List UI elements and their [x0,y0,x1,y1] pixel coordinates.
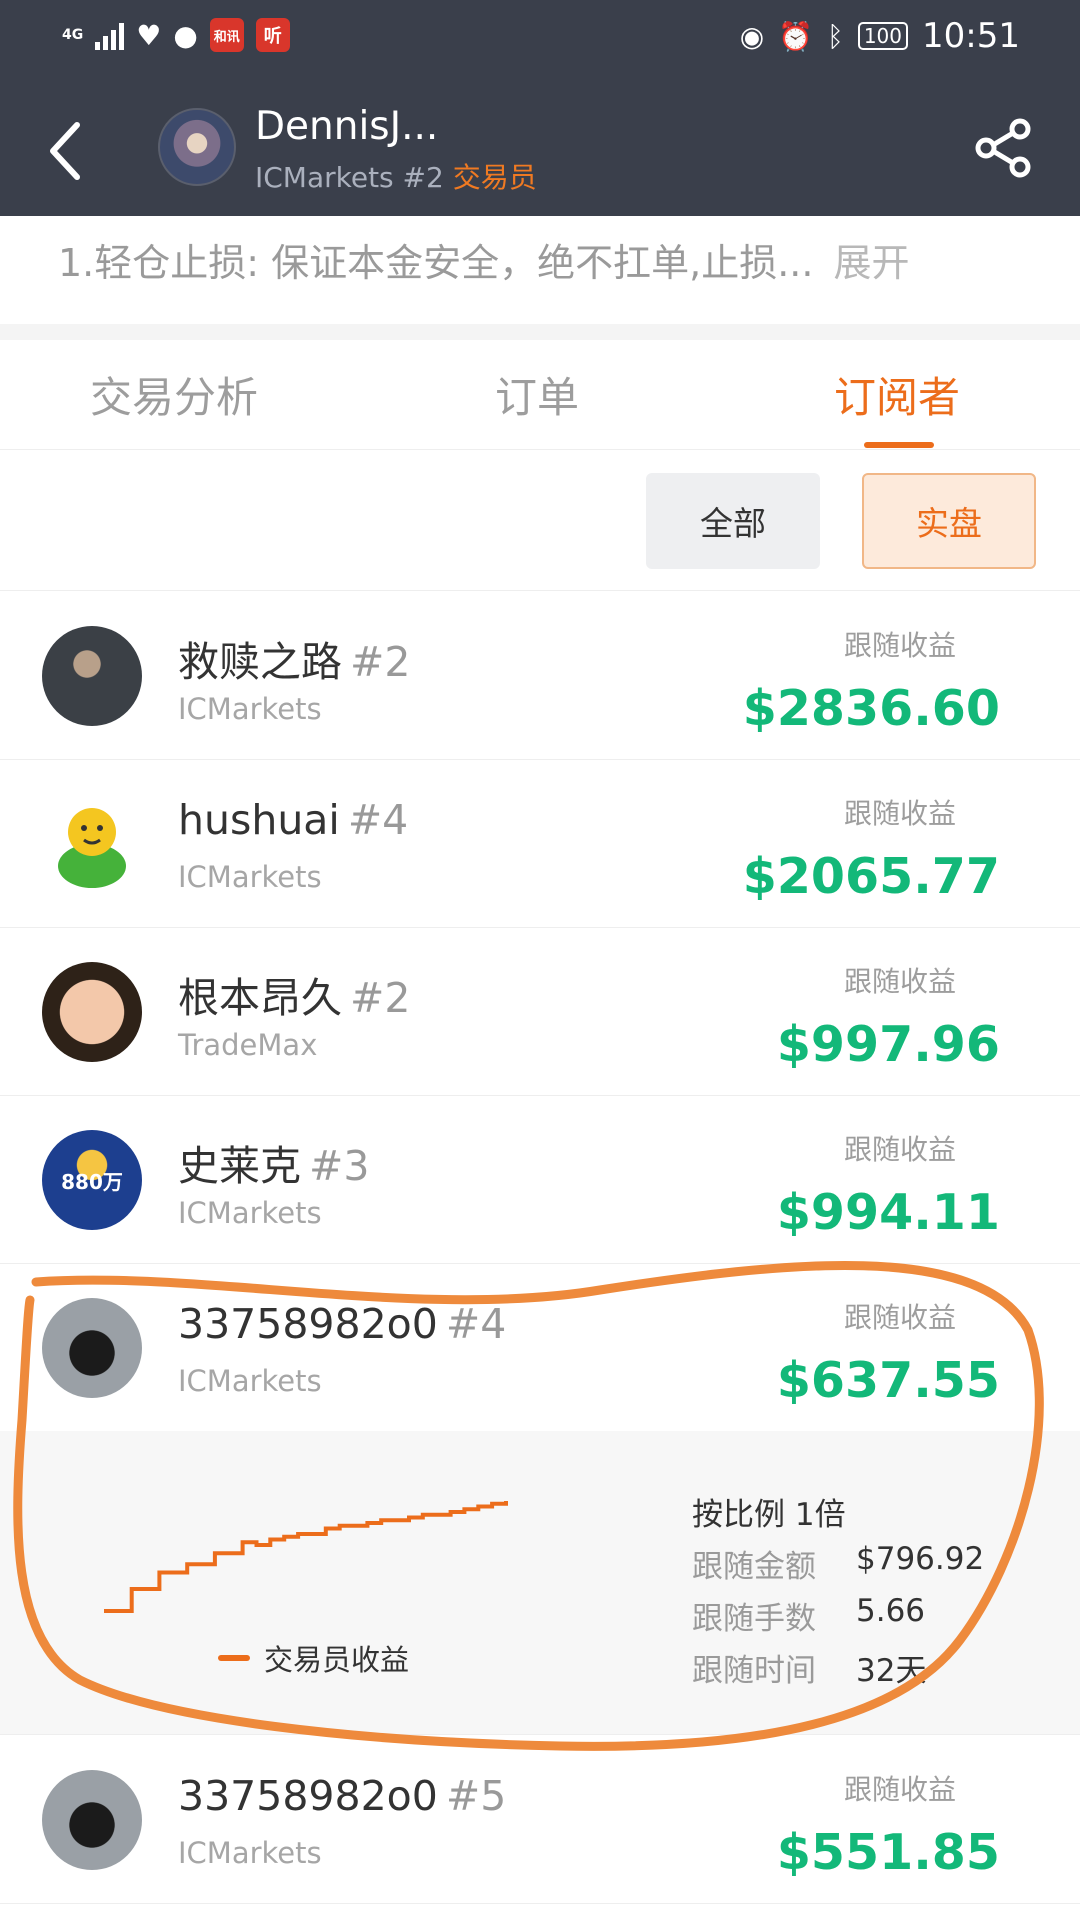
trader-avatar[interactable] [158,108,236,186]
app-root: 4G ♥ ● 和讯 听 ◉ ⏰ ᛒ 100 10:51 DennisJ... I… [0,0,1080,1905]
eye-icon: ◉ [739,19,765,53]
subscriber-rank: #4 [347,796,409,844]
tab-subscribers[interactable]: 订阅者 [834,364,960,425]
clock: 10:51 [922,16,1020,56]
status-left: 4G ♥ ● 和讯 听 [62,18,290,52]
filter-real-button[interactable]: 实盘 [862,473,1036,569]
battery-icon: 100 [857,22,909,50]
follow-duration-label: 跟随时间 [692,1653,816,1689]
trader-intro: 1.轻仓止损: 保证本金安全，绝不扛单,止损... 展开 [0,216,1080,324]
subscriber-avatar [42,626,142,726]
tab-analysis[interactable]: 交易分析 [90,364,258,425]
subscriber-row[interactable]: 救赎之路 #2 ICMarkets 跟随收益 $2836.60 [0,592,1080,760]
subscriber-name: 救赎之路 #2 [178,638,411,686]
active-tab-indicator [864,442,934,448]
profit-value: $994.11 [776,1184,1000,1241]
legend-label: 交易员收益 [264,1643,410,1677]
subscriber-name: 史莱克 #3 [178,1142,370,1190]
profit-value: $551.85 [776,1824,1000,1881]
follow-lots-label: 跟随手数 [692,1601,816,1637]
trader-subtitle: ICMarkets #2 交易员 [255,156,537,196]
profit-value: $637.55 [776,1352,1000,1409]
legend-swatch [218,1655,250,1661]
subscriber-name: 33758982o0 #4 [178,1300,507,1348]
subscriber-broker: TradeMax [178,1028,318,1062]
trader-profit-chart [104,1501,508,1613]
listen-app-icon: 听 [255,18,290,52]
profit-value: $2065.77 [742,848,1000,905]
subscriber-avatar [42,1770,142,1870]
profit-label: 跟随收益 [843,797,956,830]
follow-ratio: 按比例 1倍 [692,1497,846,1533]
subscriber-broker: ICMarkets [178,692,322,726]
qq-icon: ● [173,18,198,52]
subscriber-rank: #3 [309,1142,370,1190]
subscriber-detail-panel: 交易员收益 按比例 1倍 跟随金额 $796.92 跟随手数 5.66 跟随时间… [0,1431,1080,1735]
health-icon: ♥ [136,18,162,52]
subscriber-rank: #5 [445,1772,507,1820]
subscriber-avatar [42,794,142,894]
profit-label: 跟随收益 [843,1301,956,1334]
follow-amount-label: 跟随金额 [692,1549,816,1585]
signal-icon [95,20,125,50]
profit-label: 跟随收益 [843,629,956,662]
tab-bar: 交易分析 订单 订阅者 [0,340,1080,450]
follow-amount-value: $796.92 [856,1541,985,1577]
share-icon [975,118,1031,178]
share-button[interactable] [972,116,1036,180]
subscriber-name: 根本昂久 #2 [178,974,411,1022]
section-divider [0,324,1080,340]
subscriber-avatar [42,1298,142,1398]
subscriber-row[interactable]: 33758982o0 #5 ICMarkets 跟随收益 $551.85 [0,1736,1080,1904]
top-bar: 4G ♥ ● 和讯 听 ◉ ⏰ ᛒ 100 10:51 DennisJ... I… [0,0,1080,216]
subscriber-broker: ICMarkets [178,860,322,894]
subscriber-row[interactable]: hushuai #4 ICMarkets 跟随收益 $2065.77 [0,760,1080,928]
trader-name: DennisJ... [255,104,439,149]
subscriber-avatar: 880万 [42,1130,142,1230]
subscriber-broker: ICMarkets [178,1364,322,1398]
subscriber-avatar [42,962,142,1062]
status-bar: 4G ♥ ● 和讯 听 ◉ ⏰ ᛒ 100 10:51 [0,0,1080,76]
filter-all-button[interactable]: 全部 [646,473,820,569]
back-arrow-icon [50,122,80,180]
subscriber-rank: #2 [350,638,411,686]
subscriber-row-expanded[interactable]: 33758982o0 #4 ICMarkets 跟随收益 $637.55 [0,1264,1080,1432]
subscriber-rank: #4 [445,1300,507,1348]
network-type: 4G [62,27,84,43]
profit-label: 跟随收益 [843,965,956,998]
filter-bar: 全部 实盘 [0,451,1080,591]
subscriber-rank: #2 [350,974,411,1022]
trader-role: 交易员 [452,161,537,194]
follow-lots-value: 5.66 [856,1593,926,1629]
profile-header: DennisJ... ICMarkets #2 交易员 [0,86,1080,216]
bluetooth-icon: ᛒ [827,19,844,53]
subscriber-broker: ICMarkets [178,1196,322,1230]
subscriber-name: hushuai #4 [178,796,409,844]
profit-label: 跟随收益 [843,1773,956,1806]
smiley-avatar-icon [58,808,126,888]
subscriber-broker: ICMarkets [178,1836,322,1870]
profit-label: 跟随收益 [843,1133,956,1166]
back-button[interactable] [40,116,90,186]
expand-link[interactable]: 展开 [833,241,909,285]
subscriber-name: 33758982o0 #5 [178,1772,507,1820]
profit-value: $997.96 [776,1016,1000,1073]
status-right: ◉ ⏰ ᛒ 100 10:51 [740,16,1020,56]
subscriber-row[interactable]: 880万 史莱克 #3 ICMarkets 跟随收益 $994.11 [0,1096,1080,1264]
trader-broker-rank: ICMarkets #2 [255,161,444,194]
intro-text: 1.轻仓止损: 保证本金安全，绝不扛单,止损... 展开 [58,232,909,287]
intro-body: 1.轻仓止损: 保证本金安全，绝不扛单,止损... [58,241,814,285]
hexun-app-icon: 和讯 [209,18,244,52]
profit-value: $2836.60 [742,680,1000,737]
follow-duration-value: 32天 [856,1653,927,1689]
subscriber-row[interactable]: 根本昂久 #2 TradeMax 跟随收益 $997.96 [0,928,1080,1096]
tab-orders[interactable]: 订单 [495,364,579,425]
trader-profit-line [104,1501,508,1613]
chart-legend: 交易员收益 [218,1637,409,1679]
alarm-icon: ⏰ [778,19,814,53]
